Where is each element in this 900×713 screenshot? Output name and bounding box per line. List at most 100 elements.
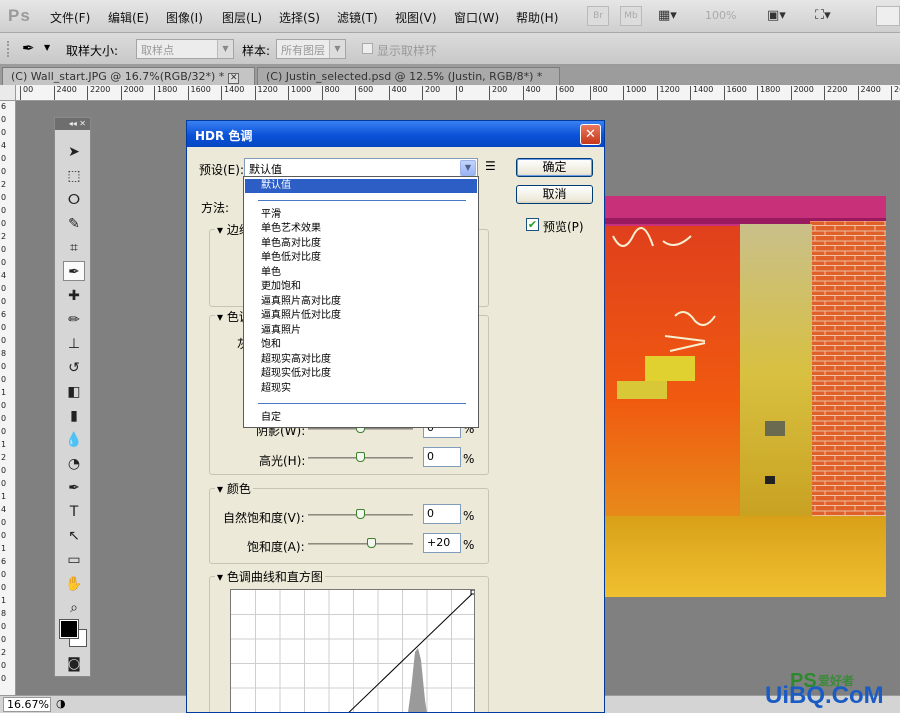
screen-mode-icon[interactable]: ⛶▾ bbox=[815, 8, 831, 24]
brush-tool-icon[interactable]: ✏ bbox=[63, 310, 85, 330]
preset-option[interactable]: 逼真照片高对比度 bbox=[245, 295, 477, 309]
highlight-slider-thumb[interactable] bbox=[356, 452, 365, 462]
vibrance-slider-thumb[interactable] bbox=[356, 509, 365, 519]
curve-group-title[interactable]: ▾ 色调曲线和直方图 bbox=[215, 568, 325, 585]
preset-option[interactable]: 逼真照片 bbox=[245, 324, 477, 338]
menu-select[interactable]: 选择(S) bbox=[279, 9, 320, 26]
chevron-down-icon[interactable]: ▼ bbox=[44, 43, 50, 52]
preset-option[interactable]: 超现实高对比度 bbox=[245, 353, 477, 367]
arrange-icon[interactable]: ▦▾ bbox=[658, 8, 677, 24]
eraser-tool-icon[interactable]: ◧ bbox=[63, 382, 85, 402]
menu-view[interactable]: 视图(V) bbox=[395, 9, 437, 26]
dialog-title[interactable]: HDR 色调 bbox=[187, 121, 604, 147]
lasso-tool-icon[interactable]: ⵔ bbox=[63, 190, 85, 210]
tools-panel-header[interactable]: ◂◂ ✕ bbox=[55, 118, 90, 130]
gradient-tool-icon[interactable]: ▮ bbox=[63, 406, 85, 426]
ruler-tick-label: 2 bbox=[1, 453, 7, 462]
zoom-level[interactable]: 100% bbox=[705, 9, 736, 22]
menu-file[interactable]: 文件(F) bbox=[50, 9, 90, 26]
eyedropper-icon[interactable]: ✒ bbox=[22, 39, 35, 57]
ruler-corner[interactable] bbox=[0, 85, 16, 101]
ruler-tick-label: 0 bbox=[1, 674, 7, 683]
sample-select[interactable]: 所有图层 ▼ bbox=[276, 39, 346, 59]
ruler-tick-label: 0 bbox=[1, 167, 7, 176]
menu-layer[interactable]: 图层(L) bbox=[222, 9, 262, 26]
preset-option[interactable]: 单色艺术效果 bbox=[245, 222, 477, 236]
workspace-button[interactable] bbox=[876, 6, 900, 26]
preset-option[interactable]: 单色高对比度 bbox=[245, 237, 477, 251]
preset-option[interactable]: 默认值 bbox=[245, 179, 477, 193]
quick-mask-icon[interactable]: ◙ bbox=[63, 654, 85, 674]
path-selection-tool-icon[interactable]: ↖ bbox=[63, 526, 85, 546]
sample-size-select[interactable]: 取样点 ▼ bbox=[136, 39, 234, 59]
preset-option[interactable]: 超现实 bbox=[245, 382, 477, 396]
preset-option[interactable]: 单色 bbox=[245, 266, 477, 280]
close-icon[interactable]: ✕ bbox=[580, 124, 601, 145]
menu-window[interactable]: 窗口(W) bbox=[454, 9, 499, 26]
ok-button[interactable]: 确定 bbox=[516, 158, 593, 177]
saturation-slider[interactable] bbox=[308, 543, 413, 545]
tone-curve-graph[interactable] bbox=[230, 589, 475, 713]
curve-graph-svg[interactable] bbox=[231, 590, 475, 713]
clone-stamp-tool-icon[interactable]: ⊥ bbox=[63, 334, 85, 354]
preset-option[interactable]: 饱和 bbox=[245, 338, 477, 352]
layout-icon[interactable]: ▣▾ bbox=[767, 8, 786, 24]
menu-image[interactable]: 图像(I) bbox=[166, 9, 203, 26]
info-icon[interactable]: ◑ bbox=[56, 697, 66, 710]
tab-wall-start[interactable]: (C) Wall_start.JPG @ 16.7%(RGB/32*) * ✕ bbox=[2, 67, 255, 85]
pen-tool-icon[interactable]: ✒ bbox=[63, 478, 85, 498]
preset-option[interactable]: 自定 bbox=[245, 411, 477, 425]
preset-option[interactable]: 更加饱和 bbox=[245, 280, 477, 294]
menu-edit[interactable]: 编辑(E) bbox=[108, 9, 149, 26]
crop-tool-icon[interactable]: ⌗ bbox=[63, 238, 85, 258]
preset-options-icon[interactable]: ☰ bbox=[485, 159, 496, 173]
bridge-button[interactable]: Br bbox=[587, 6, 609, 26]
ruler-tick-label: 1200 bbox=[656, 86, 680, 100]
highlight-input[interactable]: 0 bbox=[423, 447, 461, 467]
preset-option[interactable]: 平滑 bbox=[245, 208, 477, 222]
preview-checkbox[interactable]: ✔ bbox=[526, 218, 539, 231]
ruler-tick-label: 1400 bbox=[690, 86, 713, 100]
saturation-slider-thumb[interactable] bbox=[367, 538, 376, 548]
quick-selection-tool-icon[interactable]: ✎ bbox=[63, 214, 85, 234]
blur-tool-icon[interactable]: 💧 bbox=[63, 430, 85, 450]
foreground-color-swatch[interactable] bbox=[59, 619, 79, 639]
type-tool-icon[interactable]: T bbox=[63, 502, 85, 522]
cancel-button[interactable]: 取消 bbox=[516, 185, 593, 204]
preset-option[interactable]: 单色低对比度 bbox=[245, 251, 477, 265]
ruler-tick-label: 0 bbox=[1, 570, 7, 579]
grip-handle[interactable] bbox=[7, 41, 9, 57]
vibrance-input[interactable]: 0 bbox=[423, 504, 461, 524]
zoom-status[interactable]: 16.67% bbox=[3, 697, 51, 712]
saturation-input[interactable]: +20 bbox=[423, 533, 461, 553]
close-icon[interactable]: ✕ bbox=[228, 73, 240, 84]
preset-option[interactable]: 超现实低对比度 bbox=[245, 367, 477, 381]
eyedropper-tool-icon[interactable]: ✒ bbox=[63, 261, 85, 281]
shape-tool-icon[interactable]: ▭ bbox=[63, 550, 85, 570]
marquee-tool-icon[interactable]: ⬚ bbox=[63, 166, 85, 186]
hand-tool-icon[interactable]: ✋ bbox=[63, 574, 85, 594]
curve-point[interactable] bbox=[470, 590, 475, 595]
dodge-tool-icon[interactable]: ◔ bbox=[63, 454, 85, 474]
mini-bridge-button[interactable]: Mb bbox=[620, 6, 642, 26]
ruler-tick-label: 0 bbox=[1, 115, 7, 124]
zoom-tool-icon[interactable]: ⌕ bbox=[63, 598, 85, 618]
healing-brush-tool-icon[interactable]: ✚ bbox=[63, 286, 85, 306]
ruler-tick-label: 600 bbox=[556, 86, 574, 100]
menu-help[interactable]: 帮助(H) bbox=[516, 9, 558, 26]
show-ring-label: 显示取样环 bbox=[377, 44, 438, 58]
tab-justin-selected[interactable]: (C) Justin_selected.psd @ 12.5% (Justin,… bbox=[257, 67, 560, 97]
ruler-tick-label: 1600 bbox=[187, 86, 211, 100]
show-ring-checkbox[interactable] bbox=[362, 43, 373, 54]
preset-select[interactable]: 默认值 ▼ bbox=[244, 158, 478, 178]
menu-filter[interactable]: 滤镜(T) bbox=[337, 9, 378, 26]
history-brush-tool-icon[interactable]: ↺ bbox=[63, 358, 85, 378]
color-group-title[interactable]: ▾ 颜色 bbox=[215, 480, 253, 497]
move-tool-icon[interactable]: ➤ bbox=[63, 142, 85, 162]
method-label: 方法: bbox=[201, 201, 230, 215]
canvas-image[interactable] bbox=[605, 196, 886, 597]
ruler-tick-label: 0 bbox=[1, 128, 7, 137]
ruler-tick-label: 0 bbox=[1, 362, 7, 371]
ruler-tick-label: 0 bbox=[1, 401, 7, 410]
preset-option[interactable]: 逼真照片低对比度 bbox=[245, 309, 477, 323]
